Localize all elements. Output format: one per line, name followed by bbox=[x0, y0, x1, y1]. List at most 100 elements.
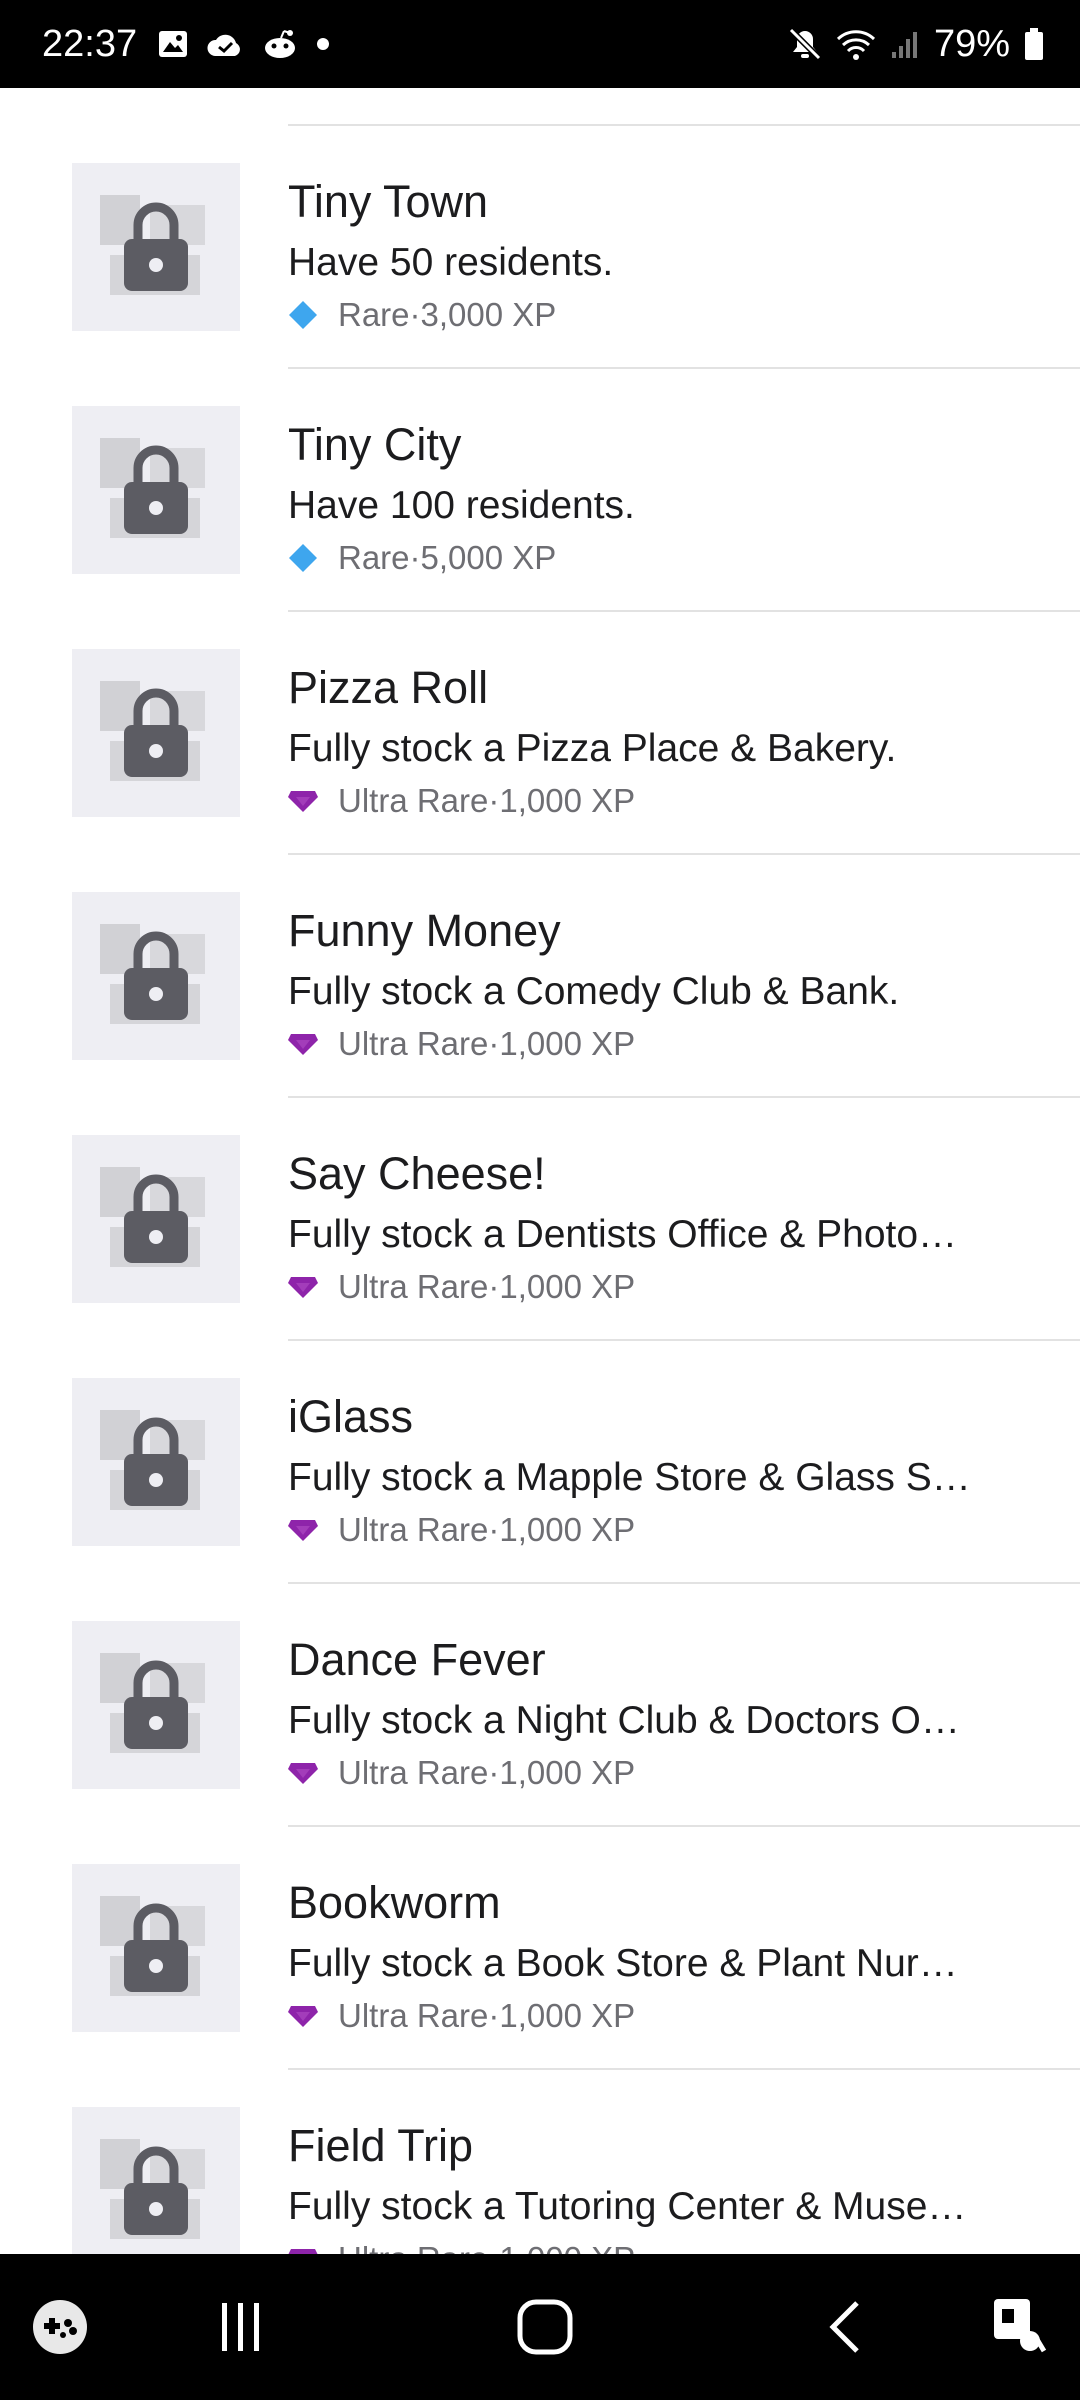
diamond-icon bbox=[289, 301, 317, 329]
achievement-xp: 1,000 XP bbox=[499, 1025, 636, 1062]
notification-icons bbox=[158, 0, 330, 88]
achievement-thumbnail bbox=[72, 1378, 240, 1546]
achievement-row[interactable]: Funny Money Fully stock a Comedy Club & … bbox=[0, 855, 1080, 1098]
achievement-list[interactable]: Tiny Town Have 50 residents. Rare · 3,00… bbox=[0, 88, 1080, 2254]
back-icon bbox=[829, 2301, 859, 2353]
gem-icon bbox=[288, 1520, 318, 1541]
achievement-xp: 1,000 XP bbox=[499, 1997, 636, 2034]
achievement-meta: Ultra Rare · 1,000 XP bbox=[288, 1995, 635, 2037]
achievement-xp: 1,000 XP bbox=[499, 1754, 636, 1791]
achievement-meta: Ultra Rare · 1,000 XP bbox=[288, 2238, 635, 2254]
recent-apps-button[interactable] bbox=[200, 2254, 280, 2400]
achievement-title: Pizza Roll bbox=[288, 662, 489, 713]
achievement-description: Fully stock a Mapple Store & Glass S… bbox=[288, 1456, 971, 1499]
achievement-description: Fully stock a Dentists Office & Photo… bbox=[288, 1213, 958, 1256]
achievement-description: Fully stock a Tutoring Center & Muse… bbox=[288, 2185, 967, 2228]
meta-separator: · bbox=[488, 2240, 499, 2254]
achievement-rarity: Rare bbox=[338, 539, 410, 576]
meta-separator: · bbox=[409, 296, 421, 333]
achievement-rarity: Rare bbox=[338, 296, 410, 333]
system-status: 79% bbox=[788, 0, 1044, 88]
status-bar: 22:37 79% bbox=[0, 0, 1080, 88]
image-icon bbox=[159, 31, 187, 57]
signal-icon bbox=[891, 32, 917, 58]
lock-icon bbox=[124, 1417, 188, 1506]
gem-icon bbox=[288, 2249, 318, 2254]
achievement-thumbnail bbox=[72, 1864, 240, 2032]
navigation-bar bbox=[0, 2254, 1080, 2400]
achievement-xp: 1,000 XP bbox=[499, 2240, 635, 2254]
achievement-rarity: Ultra Rare bbox=[338, 1025, 489, 1062]
lock-icon bbox=[124, 688, 188, 777]
gem-icon bbox=[288, 1277, 318, 1298]
achievement-xp: 3,000 XP bbox=[420, 296, 557, 333]
cloud-check-icon bbox=[207, 34, 240, 56]
achievement-row[interactable]: Pizza Roll Fully stock a Pizza Place & B… bbox=[0, 612, 1080, 855]
game-launcher-button[interactable] bbox=[20, 2254, 100, 2400]
achievement-meta: Ultra Rare · 1,000 XP bbox=[288, 1509, 635, 1551]
achievement-meta: Ultra Rare · 1,000 XP bbox=[288, 780, 635, 822]
back-button[interactable] bbox=[805, 2254, 885, 2400]
diamond-icon bbox=[289, 544, 317, 572]
achievement-rarity: Ultra Rare bbox=[338, 1511, 489, 1548]
achievement-meta: Rare · 3,000 XP bbox=[288, 294, 556, 336]
achievement-row[interactable]: Tiny City Have 100 residents. Rare · 5,0… bbox=[0, 369, 1080, 612]
achievement-row[interactable]: Say Cheese! Fully stock a Dentists Offic… bbox=[0, 1098, 1080, 1341]
achievement-row[interactable]: Tiny Town Have 50 residents. Rare · 3,00… bbox=[0, 126, 1080, 369]
achievement-thumbnail bbox=[72, 1621, 240, 1789]
meta-separator: · bbox=[488, 1268, 500, 1305]
achievement-rarity: Ultra Rare bbox=[338, 1997, 489, 2034]
status-time: 22:37 bbox=[42, 23, 138, 65]
accessibility-button[interactable] bbox=[980, 2254, 1060, 2400]
meta-separator: · bbox=[488, 782, 500, 819]
achievement-description: Fully stock a Book Store & Plant Nur… bbox=[288, 1942, 958, 1985]
achievement-rarity: Ultra Rare bbox=[338, 1268, 489, 1305]
gem-icon bbox=[288, 1034, 318, 1055]
home-icon bbox=[517, 2299, 573, 2355]
home-button[interactable] bbox=[500, 2254, 590, 2400]
gem-icon bbox=[288, 2006, 318, 2027]
battery-icon bbox=[1025, 28, 1043, 60]
recent-apps-icon bbox=[222, 2303, 259, 2351]
achievement-xp: 1,000 XP bbox=[499, 1511, 636, 1548]
achievement-title: Dance Fever bbox=[288, 1634, 546, 1685]
lock-icon bbox=[124, 1174, 188, 1263]
achievement-title: Tiny Town bbox=[288, 176, 489, 227]
achievement-thumbnail bbox=[72, 1135, 240, 1303]
achievement-description: Fully stock a Comedy Club & Bank. bbox=[288, 970, 900, 1013]
achievement-xp: 1,000 XP bbox=[499, 1268, 636, 1305]
achievement-meta: Ultra Rare · 1,000 XP bbox=[288, 1752, 635, 1794]
achievement-thumbnail bbox=[72, 649, 240, 817]
lock-icon bbox=[124, 202, 188, 291]
achievement-thumbnail bbox=[72, 406, 240, 574]
accessibility-icon bbox=[994, 2299, 1047, 2353]
achievement-title: iGlass bbox=[288, 1391, 414, 1442]
meta-separator: · bbox=[488, 1025, 500, 1062]
battery-percentage: 79% bbox=[933, 23, 1010, 65]
achievement-description: Fully stock a Night Club & Doctors O… bbox=[288, 1699, 960, 1742]
dot-icon bbox=[317, 38, 329, 50]
lock-icon bbox=[124, 445, 188, 534]
gem-icon bbox=[288, 1763, 318, 1784]
achievement-row[interactable]: iGlass Fully stock a Mapple Store & Glas… bbox=[0, 1341, 1080, 1584]
achievement-rarity: Ultra Rare bbox=[338, 2240, 488, 2254]
lock-icon bbox=[124, 1903, 188, 1992]
meta-separator: · bbox=[488, 1754, 500, 1791]
achievement-row[interactable]: Bookworm Fully stock a Book Store & Plan… bbox=[0, 1827, 1080, 2070]
achievement-meta: Ultra Rare · 1,000 XP bbox=[288, 1023, 635, 1065]
achievement-meta: Rare · 5,000 XP bbox=[288, 537, 556, 579]
lock-icon bbox=[124, 2146, 188, 2235]
achievement-thumbnail bbox=[72, 2107, 240, 2254]
achievement-xp: 1,000 XP bbox=[499, 782, 636, 819]
achievement-row[interactable]: Dance Fever Fully stock a Night Club & D… bbox=[0, 1584, 1080, 1827]
mute-icon bbox=[788, 27, 822, 61]
lock-icon bbox=[124, 1660, 188, 1749]
achievement-title: Bookworm bbox=[288, 1877, 501, 1928]
achievement-title: Say Cheese! bbox=[288, 1148, 546, 1199]
achievement-description: Have 100 residents. bbox=[288, 484, 635, 527]
game-launcher-icon bbox=[33, 2300, 87, 2354]
achievement-row[interactable]: Field Trip Fully stock a Tutoring Center… bbox=[0, 2070, 1080, 2254]
reddit-icon bbox=[265, 30, 295, 58]
achievement-thumbnail bbox=[72, 892, 240, 1060]
meta-separator: · bbox=[409, 539, 421, 576]
